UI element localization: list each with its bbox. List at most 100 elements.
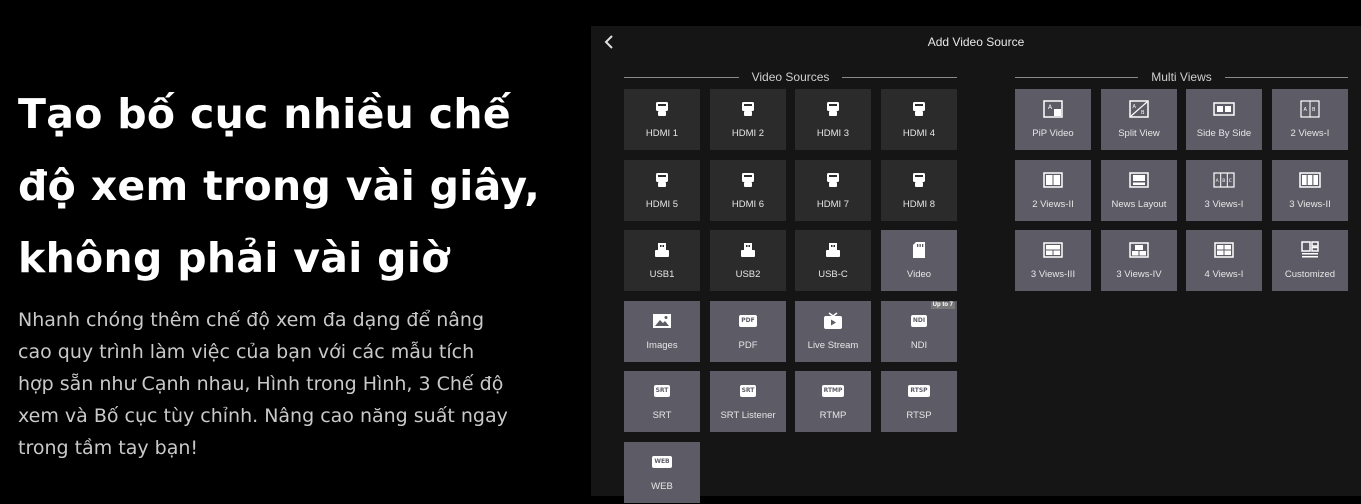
srt-icon: SRT bbox=[653, 381, 671, 401]
multi-view-tile-customized[interactable]: Customized bbox=[1272, 230, 1348, 292]
multi-view-tile-news-layout[interactable]: News Layout bbox=[1101, 159, 1177, 221]
video-source-tile-hdmi-3[interactable]: HDMI 3 bbox=[795, 89, 871, 150]
add-video-source-panel: Add Video Source Video Sources Multi Vie… bbox=[591, 26, 1361, 503]
video-source-tile-usb-c[interactable]: USB-C bbox=[795, 230, 871, 292]
sd-card-icon bbox=[912, 240, 926, 260]
three-views-ii-icon bbox=[1299, 170, 1321, 190]
svg-text:B: B bbox=[1222, 178, 1225, 184]
tile-label: HDMI 4 bbox=[902, 128, 936, 139]
multi-view-tile-3-views-iv[interactable]: 3 Views-IV bbox=[1101, 230, 1177, 292]
video-source-tile-hdmi-8[interactable]: HDMI 8 bbox=[881, 159, 957, 221]
video-source-tile-hdmi-1[interactable]: HDMI 1 bbox=[624, 89, 700, 150]
video-source-tile-pdf[interactable]: PDF PDF bbox=[710, 300, 786, 362]
usb-icon bbox=[824, 240, 842, 260]
tile-label: USB-C bbox=[818, 269, 848, 281]
multi-view-tile-split-view[interactable]: A B Split View bbox=[1101, 89, 1177, 150]
video-sources-heading: Video Sources bbox=[624, 70, 957, 84]
tile-label: Images bbox=[646, 339, 678, 351]
multi-view-tile-3-views-iii[interactable]: 3 Views-III bbox=[1015, 230, 1091, 292]
hdmi-icon bbox=[741, 99, 755, 119]
svg-text:B: B bbox=[1312, 107, 1316, 113]
tile-label: WEB bbox=[651, 481, 673, 492]
hero-headline-line-2: độ xem trong vài giây, bbox=[18, 162, 541, 210]
tile-label: HDMI 8 bbox=[902, 198, 936, 210]
video-source-tile-images[interactable]: Images bbox=[624, 300, 700, 362]
web-icon: WEB bbox=[652, 452, 672, 472]
panel-title: Add Video Source bbox=[927, 35, 1025, 49]
multi-view-tile-pip-video[interactable]: A PiP Video bbox=[1015, 89, 1091, 150]
hero-description: Nhanh chóng thêm chế độ xem đa dạng để n… bbox=[18, 304, 558, 464]
pip-video-icon: A bbox=[1043, 99, 1063, 119]
tile-label: Live Stream bbox=[807, 339, 859, 351]
video-source-tile-srt-listener[interactable]: SRT SRT Listener bbox=[710, 371, 786, 433]
image-icon bbox=[652, 311, 672, 331]
hdmi-icon bbox=[826, 99, 840, 119]
divider bbox=[624, 76, 739, 78]
pdf-icon: PDF bbox=[739, 311, 757, 331]
svg-text:A: A bbox=[1048, 104, 1053, 111]
hero-section: Tạo bố cục nhiều chế độ xem trong vài gi… bbox=[18, 78, 578, 464]
customized-layout-icon bbox=[1300, 240, 1320, 260]
multi-views-heading: Multi Views bbox=[1015, 70, 1348, 84]
tile-label: 3 Views-IV bbox=[1116, 269, 1162, 281]
hero-description-line-2: cao quy trình làm việc của bạn với các m… bbox=[18, 341, 475, 363]
three-views-iv-icon bbox=[1129, 240, 1149, 260]
video-source-tile-hdmi-5[interactable]: HDMI 5 bbox=[624, 159, 700, 221]
tile-label: HDMI 6 bbox=[731, 198, 765, 210]
svg-text:C: C bbox=[1229, 178, 1232, 184]
hdmi-icon bbox=[655, 170, 669, 190]
news-layout-icon bbox=[1129, 170, 1149, 190]
tile-label: SRT Listener bbox=[720, 410, 776, 422]
tile-label: 3 Views-I bbox=[1204, 198, 1244, 210]
tile-label: PiP Video bbox=[1032, 128, 1074, 139]
tile-label: HDMI 3 bbox=[816, 128, 850, 139]
video-source-tile-hdmi-6[interactable]: HDMI 6 bbox=[710, 159, 786, 221]
tile-label: USB2 bbox=[735, 269, 761, 281]
tile-label: 2 Views-II bbox=[1032, 198, 1074, 210]
tile-label: SRT bbox=[652, 410, 672, 422]
tile-label: Side By Side bbox=[1196, 128, 1252, 139]
ndi-icon: NDI bbox=[910, 311, 928, 331]
hdmi-icon bbox=[741, 170, 755, 190]
tile-label: USB1 bbox=[649, 269, 675, 281]
video-source-tile-hdmi-2[interactable]: HDMI 2 bbox=[710, 89, 786, 150]
divider bbox=[842, 76, 957, 78]
video-source-tile-srt[interactable]: SRT SRT bbox=[624, 371, 700, 433]
tile-label: 2 Views-I bbox=[1290, 128, 1330, 139]
video-source-tile-live-stream[interactable]: Live Stream bbox=[795, 300, 871, 362]
video-source-tile-video[interactable]: Video bbox=[881, 230, 957, 292]
tile-label: RTSP bbox=[906, 410, 932, 422]
multi-view-tile-3-views-i[interactable]: ABC 3 Views-I bbox=[1186, 159, 1262, 221]
video-source-tile-usb1[interactable]: USB1 bbox=[624, 230, 700, 292]
multi-view-tile-4-views-i[interactable]: 4 Views-I bbox=[1186, 230, 1262, 292]
tile-label: Video bbox=[906, 269, 932, 281]
hero-description-line-5: trong tầm tay bạn! bbox=[18, 437, 198, 459]
svg-text:A: A bbox=[1133, 104, 1137, 110]
video-source-tile-web[interactable]: WEB WEB bbox=[624, 442, 700, 503]
tile-label: HDMI 2 bbox=[731, 128, 765, 139]
four-views-i-icon bbox=[1214, 240, 1234, 260]
multi-view-tile-side-by-side[interactable]: Side By Side bbox=[1186, 89, 1262, 150]
multi-view-tile-2-views-ii[interactable]: 2 Views-II bbox=[1015, 159, 1091, 221]
video-source-tile-rtmp[interactable]: RTMP RTMP bbox=[795, 371, 871, 433]
usb-icon bbox=[653, 240, 671, 260]
video-source-tile-ndi[interactable]: NDI Up to 7 NDI bbox=[881, 300, 957, 362]
tile-label: NDI bbox=[910, 339, 928, 351]
hero-description-line-1: Nhanh chóng thêm chế độ xem đa dạng để n… bbox=[18, 309, 485, 331]
tile-label: 4 Views-I bbox=[1204, 269, 1244, 281]
video-source-tile-hdmi-4[interactable]: HDMI 4 bbox=[881, 89, 957, 150]
hdmi-icon bbox=[826, 170, 840, 190]
svg-text:B: B bbox=[1141, 110, 1145, 116]
hdmi-icon bbox=[912, 99, 926, 119]
video-source-tile-usb2[interactable]: USB2 bbox=[710, 230, 786, 292]
video-source-tile-rtsp[interactable]: RTSP RTSP bbox=[881, 371, 957, 433]
multi-view-tile-2-views-i[interactable]: AB 2 Views-I bbox=[1272, 89, 1348, 150]
tile-label: Customized bbox=[1284, 269, 1336, 281]
live-stream-icon bbox=[823, 311, 843, 331]
video-source-tile-hdmi-7[interactable]: HDMI 7 bbox=[795, 159, 871, 221]
tile-label: RTMP bbox=[819, 410, 847, 422]
hdmi-icon bbox=[912, 170, 926, 190]
tile-label: 3 Views-II bbox=[1289, 198, 1331, 210]
multi-view-tile-3-views-ii[interactable]: 3 Views-II bbox=[1272, 159, 1348, 221]
hero-headline-line-1: Tạo bố cục nhiều chế bbox=[18, 90, 511, 138]
